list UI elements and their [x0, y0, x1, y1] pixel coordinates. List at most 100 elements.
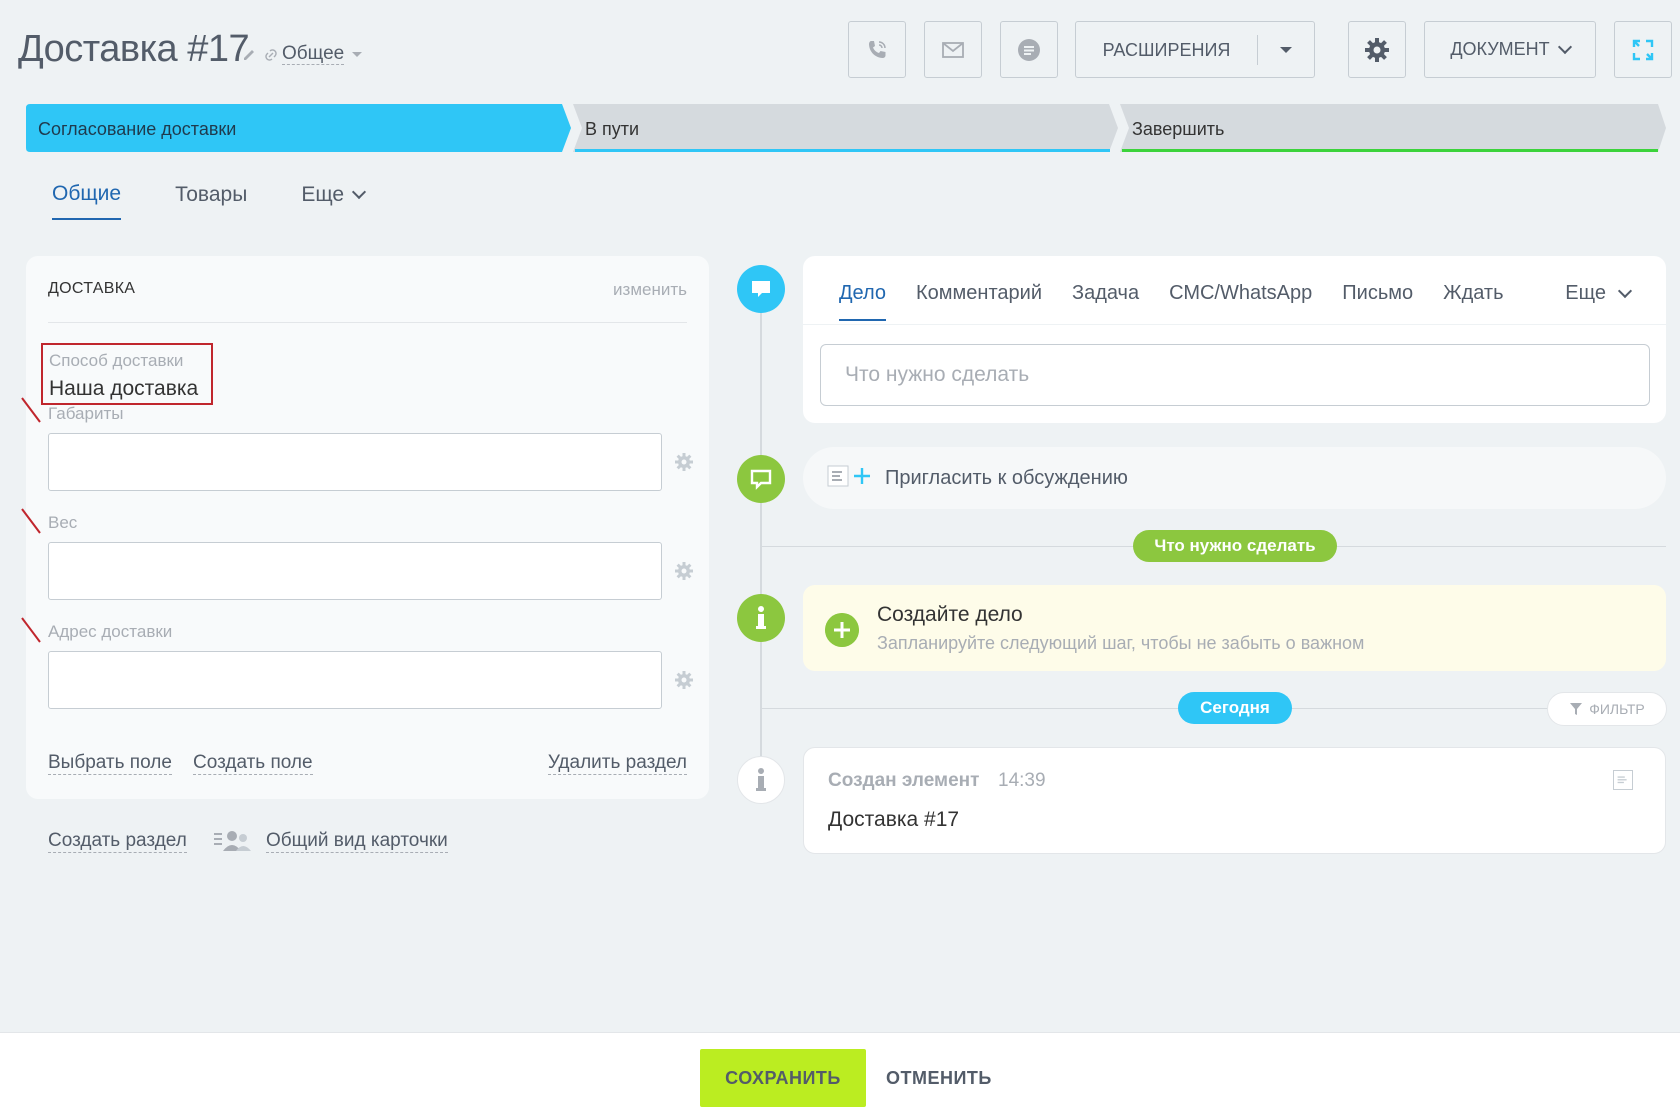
- activity-editor: Дело Комментарий Задача СМС/WhatsApp Пис…: [803, 256, 1666, 423]
- history-item: Создан элемент 14:39 Доставка #17: [803, 747, 1666, 854]
- field-label: Габариты: [48, 404, 124, 423]
- create-section-link[interactable]: Создать раздел: [48, 830, 187, 853]
- red-arrow-annotation: [21, 397, 41, 423]
- activity-tab-wait[interactable]: Ждать: [1443, 282, 1503, 321]
- tab-general[interactable]: Общие: [52, 182, 122, 220]
- field-value: Наша доставка: [49, 377, 199, 400]
- save-button[interactable]: СОХРАНИТЬ: [700, 1049, 866, 1107]
- extensions-dropdown[interactable]: [1258, 46, 1314, 53]
- today-pill: Сегодня: [1178, 692, 1292, 724]
- chevron-down-icon: [1617, 283, 1633, 298]
- stage-approval[interactable]: Согласование доставки: [26, 104, 571, 152]
- category-label: Общее: [282, 43, 345, 65]
- tab-label: Общие: [52, 182, 122, 205]
- sync-icon: [1632, 39, 1654, 60]
- card-tabs: Общие Товары Еще: [52, 182, 367, 220]
- activity-tab-task[interactable]: Задача: [1072, 282, 1139, 321]
- gear-icon[interactable]: [674, 452, 694, 472]
- info-icon: [756, 606, 766, 629]
- document-button[interactable]: ДОКУМЕНТ: [1424, 21, 1596, 78]
- section-edit-link[interactable]: изменить: [613, 280, 687, 300]
- document-label: ДОКУМЕНТ: [1450, 39, 1550, 59]
- timeline-history-marker: [737, 756, 785, 804]
- more-label: Еще: [1565, 282, 1606, 304]
- chat-button[interactable]: [1000, 21, 1058, 78]
- timeline-activity-marker: [737, 265, 785, 313]
- weight-input[interactable]: [48, 542, 662, 600]
- tab-products[interactable]: Товары: [175, 182, 247, 220]
- timeline-info-marker: [737, 594, 785, 642]
- divider: [48, 322, 687, 323]
- stage-complete[interactable]: Завершить: [1120, 104, 1666, 152]
- delete-section-link[interactable]: Удалить раздел: [547, 752, 687, 775]
- delivery-method-field[interactable]: Способ доставки Наша доставка: [41, 343, 213, 405]
- extensions-label: РАСШИРЕНИЯ: [1076, 34, 1258, 65]
- invite-icons: [827, 465, 873, 487]
- mail-icon: [942, 41, 964, 58]
- divider: [803, 324, 1666, 325]
- history-value: Доставка #17: [828, 808, 960, 831]
- page-title: Доставка #17: [18, 28, 250, 70]
- extensions-button[interactable]: РАСШИРЕНИЯ: [1075, 21, 1315, 78]
- footer-bar: СОХРАНИТЬ ОТМЕНИТЬ: [0, 1032, 1680, 1109]
- people-icon: [214, 831, 251, 851]
- create-activity-card[interactable]: Создайте дело Запланируйте следующий шаг…: [803, 585, 1666, 671]
- call-button[interactable]: [848, 21, 906, 78]
- phone-icon: [869, 40, 886, 58]
- activity-tab-deal[interactable]: Дело: [839, 282, 887, 321]
- plus-circle-icon[interactable]: [825, 613, 859, 647]
- create-activity-subtitle: Запланируйте следующий шаг, чтобы не заб…: [877, 633, 1365, 653]
- invite-discussion[interactable]: Пригласить к обсуждению: [803, 447, 1666, 509]
- red-arrow-annotation: [21, 508, 41, 534]
- dimensions-input[interactable]: [48, 433, 662, 491]
- common-view-link[interactable]: Общий вид карточки: [266, 830, 448, 853]
- plus-icon: [854, 468, 870, 484]
- category-selector[interactable]: Общее: [264, 43, 363, 65]
- timeline-line: [760, 288, 762, 768]
- comment-icon: [750, 469, 772, 490]
- stage-bar: Согласование доставки В пути Завершить: [26, 104, 1666, 152]
- create-activity-title: Создайте дело: [877, 603, 1023, 626]
- stage-shape: [573, 104, 1118, 152]
- activity-tab-comment[interactable]: Комментарий: [916, 282, 1042, 321]
- activity-tab-more[interactable]: Еще: [1565, 282, 1633, 305]
- input-placeholder: Что нужно сделать: [845, 363, 1030, 386]
- stage-label: В пути: [585, 119, 640, 139]
- filter-label: ФИЛЬТР: [1589, 701, 1645, 717]
- stage-in-transit[interactable]: В пути: [573, 104, 1118, 152]
- red-arrow-annotation: [21, 617, 41, 643]
- chevron-down-icon: [1557, 39, 1572, 54]
- filter-icon: [1570, 703, 1583, 715]
- create-field-link[interactable]: Создать поле: [193, 752, 313, 775]
- field-label: Способ доставки: [49, 351, 184, 370]
- settings-button[interactable]: [1348, 21, 1406, 78]
- section-title: ДОСТАВКА: [48, 280, 136, 297]
- gear-icon: [1365, 37, 1389, 62]
- field-label: Вес: [48, 513, 78, 532]
- delivery-section: ДОСТАВКА изменить Способ доставки Наша д…: [21, 256, 709, 799]
- timeline-comment-marker: [737, 455, 785, 503]
- gear-icon[interactable]: [674, 561, 694, 581]
- history-time: 14:39: [998, 770, 1046, 791]
- chevron-down-icon: [352, 52, 363, 57]
- stage-label: Согласование доставки: [38, 119, 237, 139]
- sync-button[interactable]: [1614, 21, 1672, 78]
- email-button[interactable]: [924, 21, 982, 78]
- tab-more[interactable]: Еще: [301, 182, 367, 220]
- activity-input[interactable]: Что нужно сделать: [820, 344, 1650, 406]
- select-field-link[interactable]: Выбрать поле: [48, 752, 172, 775]
- gear-icon[interactable]: [674, 670, 694, 690]
- cancel-button[interactable]: ОТМЕНИТЬ: [886, 1049, 991, 1107]
- speech-bubble-icon: [752, 281, 770, 297]
- delivery-address-input[interactable]: [48, 651, 662, 709]
- field-label: Адрес доставки: [48, 622, 173, 641]
- activity-tab-email[interactable]: Письмо: [1342, 282, 1413, 321]
- activity-tab-sms[interactable]: СМС/WhatsApp: [1169, 282, 1312, 321]
- todo-pill: Что нужно сделать: [1133, 530, 1337, 562]
- caret-down-icon: [1280, 46, 1292, 53]
- document-icon[interactable]: [1613, 770, 1633, 790]
- filter-button[interactable]: ФИЛЬТР: [1547, 692, 1667, 726]
- pencil-icon[interactable]: [242, 46, 258, 62]
- tab-label: Еще: [301, 183, 345, 206]
- info-icon: [756, 768, 766, 791]
